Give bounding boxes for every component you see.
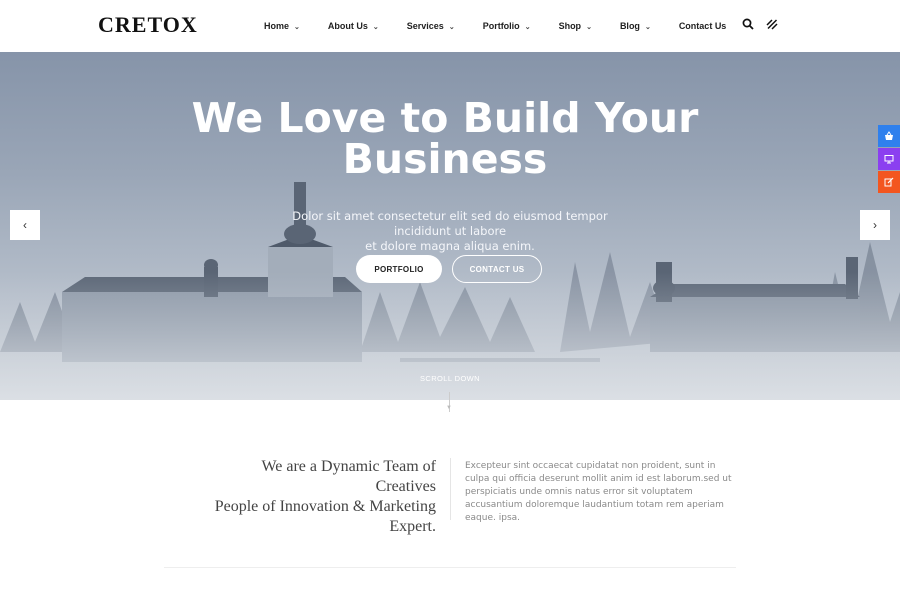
chevron-down-icon: ⌄ xyxy=(448,24,455,31)
nav-item-label: Portfolio xyxy=(482,21,520,31)
section-divider xyxy=(164,567,736,568)
tagline-line: Expert. xyxy=(389,518,436,535)
monitor-icon xyxy=(884,155,894,164)
nav-item-label: Home xyxy=(264,21,290,31)
scroll-down-link[interactable]: SCROLL DOWN xyxy=(0,374,900,383)
nav-item-about-us[interactable]: About Us ⌄ xyxy=(328,21,379,31)
main-nav: Home ⌄ About Us ⌄ Services ⌄ Portfolio ⌄ Sho… xyxy=(264,0,754,52)
hero-description-line: et dolore magna aliqua enim. xyxy=(365,239,535,253)
side-tab-demos[interactable] xyxy=(878,148,900,170)
chevron-down-icon: ⌄ xyxy=(586,24,592,31)
nav-item-home[interactable]: Home ⌄ xyxy=(264,21,300,31)
chevron-down-icon: ▼ xyxy=(446,405,452,411)
slider-next-button[interactable]: › xyxy=(860,210,890,240)
portfolio-button[interactable]: PORTFOLIO xyxy=(356,255,442,283)
nav-item-label: Services xyxy=(406,21,444,31)
chevron-down-icon: ⌄ xyxy=(294,24,300,31)
site-header: CRETOX Home ⌄ About Us ⌄ Services ⌄ Portfol… xyxy=(0,0,900,53)
nav-item-label: About Us xyxy=(327,21,368,31)
nav-item-shop[interactable]: Shop ⌄ xyxy=(559,21,592,31)
hero-slider: We Love to Build Your Business Dolor sit… xyxy=(0,52,900,400)
side-tabs xyxy=(878,125,900,194)
chevron-down-icon: ⌄ xyxy=(644,24,651,31)
basket-icon xyxy=(885,131,893,140)
nav-item-services[interactable]: Services ⌄ xyxy=(407,21,455,31)
side-tab-shop[interactable] xyxy=(878,125,900,147)
menu-toggle-icon[interactable] xyxy=(766,18,778,30)
nav-item-label: Contact Us xyxy=(678,21,727,31)
search-icon[interactable] xyxy=(742,18,754,30)
hero-description-line: Dolor sit amet consectetur elit sed do e… xyxy=(292,209,608,238)
side-tab-edit[interactable] xyxy=(878,171,900,193)
header-icons xyxy=(742,18,778,30)
about-description: Excepteur sint occaecat cupidatat non pr… xyxy=(465,461,732,523)
hero-title-line: We Love to Build Your xyxy=(191,94,699,142)
nav-item-label: Blog xyxy=(619,21,640,31)
hero-description: Dolor sit amet consectetur elit sed do e… xyxy=(270,209,630,254)
contact-us-button[interactable]: CONTACT US xyxy=(452,255,542,283)
chevron-down-icon: ⌄ xyxy=(524,24,531,31)
chevron-down-icon: ⌄ xyxy=(372,24,379,31)
chevron-left-icon: ‹ xyxy=(23,218,27,232)
nav-item-blog[interactable]: Blog ⌄ xyxy=(620,21,651,31)
about-tagline: We are a Dynamic Team of Creatives Peopl… xyxy=(200,457,436,537)
edit-icon xyxy=(884,177,894,187)
hero-title-line: Business xyxy=(342,135,548,183)
nav-item-label: Shop xyxy=(558,21,582,31)
hero-title: We Love to Build Your Business xyxy=(0,98,890,180)
tagline-line: We are a Dynamic Team of Creatives xyxy=(261,458,436,495)
nav-item-contact-us[interactable]: Contact Us xyxy=(679,21,727,31)
site-logo[interactable]: CRETOX xyxy=(98,12,198,38)
slider-prev-button[interactable]: ‹ xyxy=(10,210,40,240)
vertical-divider xyxy=(450,458,451,520)
nav-item-portfolio[interactable]: Portfolio ⌄ xyxy=(483,21,531,31)
tagline-line: People of Innovation & Marketing xyxy=(214,498,436,515)
chevron-right-icon: › xyxy=(873,218,877,232)
